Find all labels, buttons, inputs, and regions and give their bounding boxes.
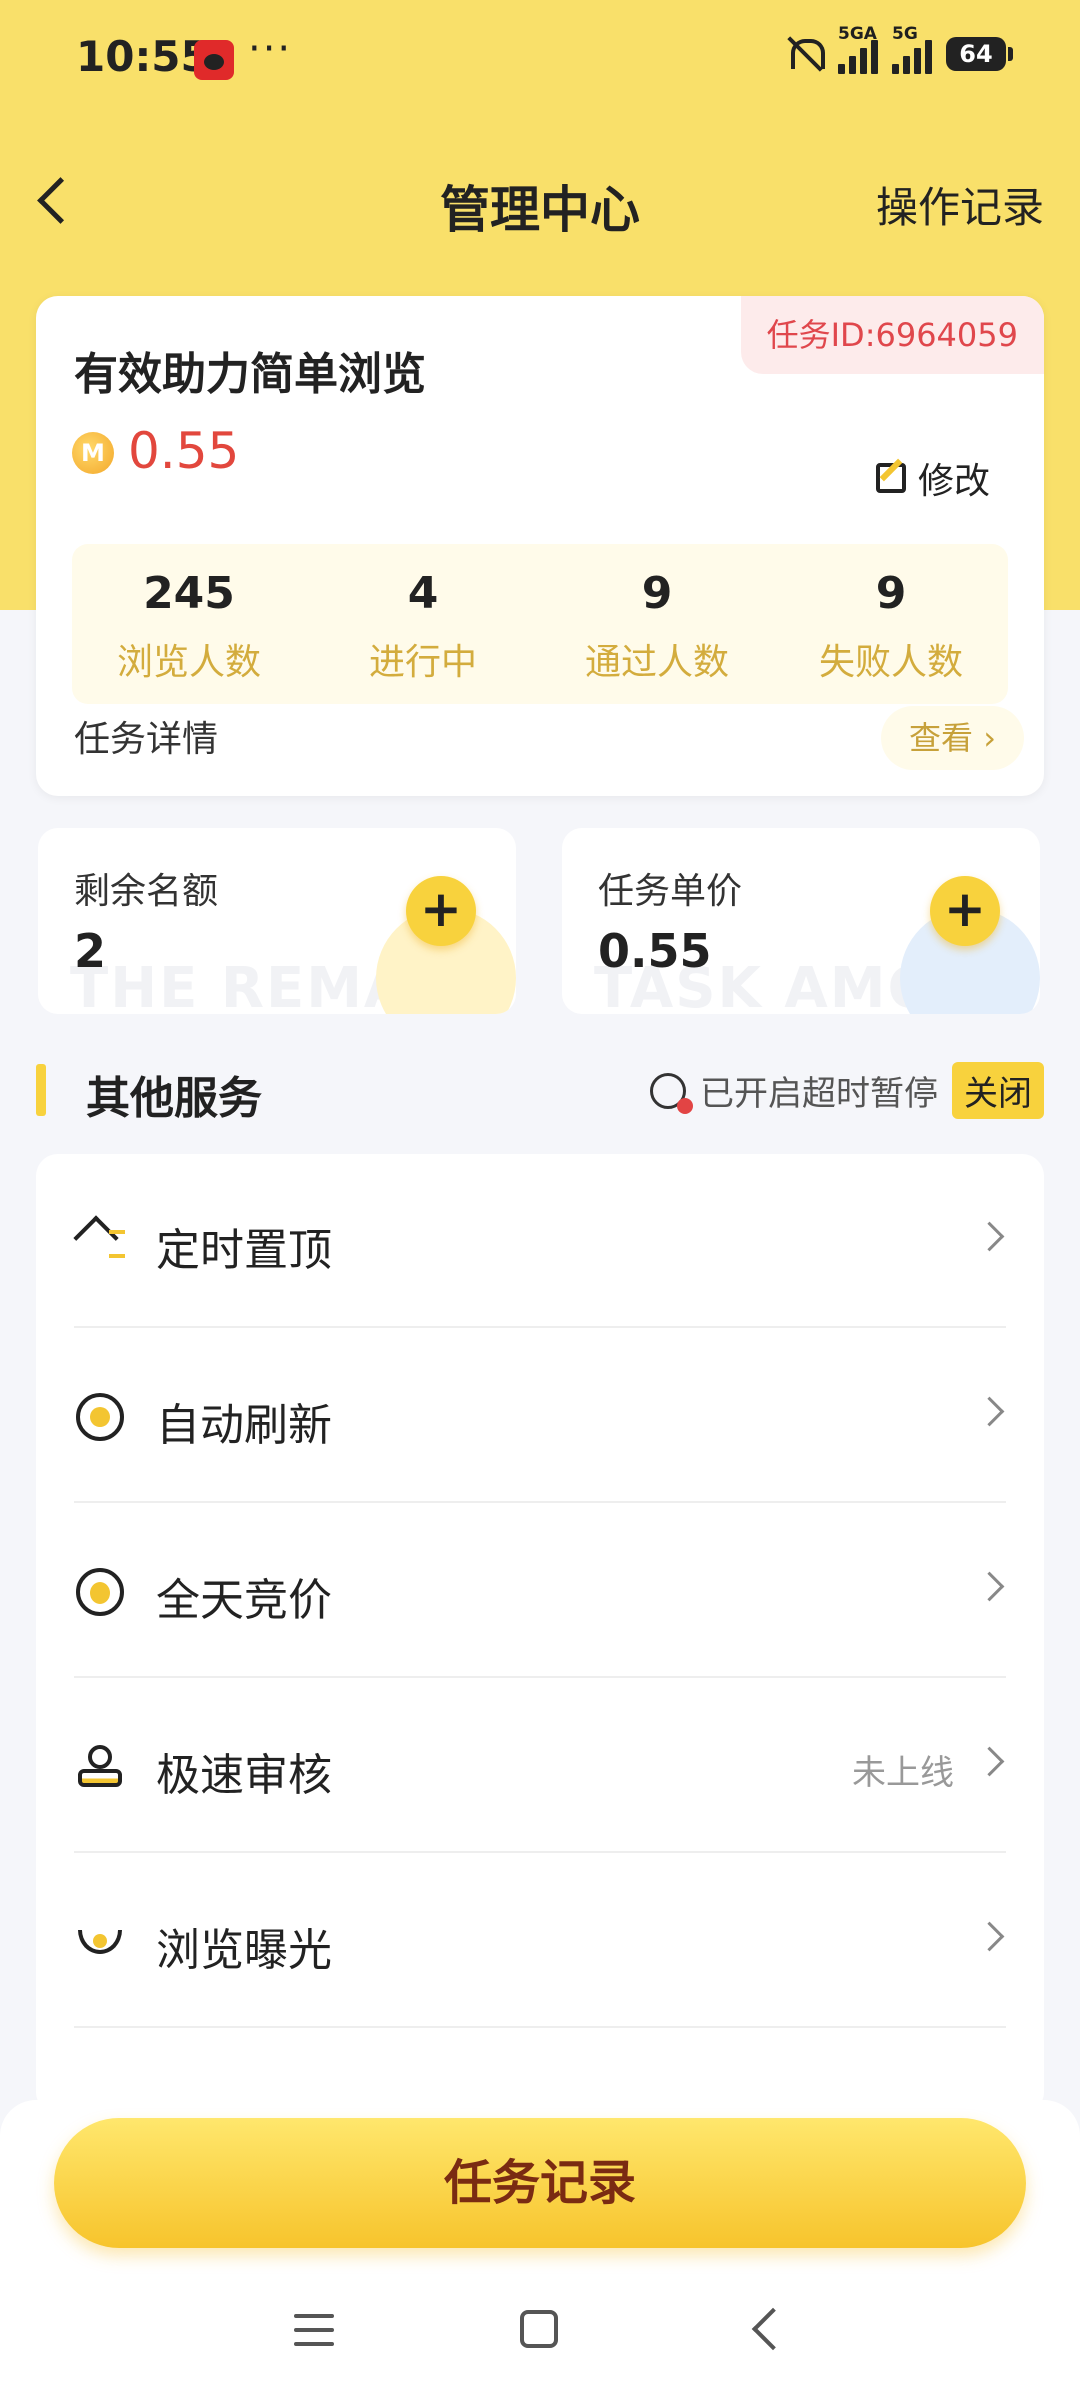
eye-icon: [76, 1918, 124, 1966]
service-item-fast-review[interactable]: 极速审核 未上线: [36, 1679, 1044, 1853]
battery-icon: 64: [946, 37, 1013, 71]
services-list: 定时置顶 自动刷新 全天竞价 极速审核 未上线 浏览曝光: [36, 1154, 1044, 2114]
chevron-right-icon: [974, 1396, 1005, 1427]
divider: [74, 2026, 1006, 2028]
recent-apps-icon[interactable]: [294, 2314, 334, 2348]
tmall-app-icon: [194, 40, 234, 80]
status-time: 10:55: [76, 32, 210, 81]
close-timeout-button[interactable]: 关闭: [952, 1062, 1044, 1119]
edit-button[interactable]: 修改: [875, 452, 990, 504]
service-item-auto-refresh[interactable]: 自动刷新: [36, 1329, 1044, 1503]
stat-failed: 9 失败人数: [818, 568, 963, 683]
app-header: 管理中心 操作记录: [0, 140, 1080, 260]
service-name: 定时置顶: [156, 1225, 332, 1276]
stamp-icon: [76, 1743, 124, 1791]
add-quota-button[interactable]: +: [406, 876, 476, 946]
service-name: 全天竞价: [156, 1575, 332, 1626]
flame-icon: [76, 1568, 124, 1616]
divider: [74, 1326, 1006, 1328]
remaining-quota-card: THE REMAIN 剩余名额 2 +: [38, 828, 516, 1014]
home-icon[interactable]: [520, 2310, 558, 2348]
service-name: 极速审核: [156, 1750, 332, 1801]
task-price: 0.55: [128, 422, 240, 480]
refresh-icon: [76, 1393, 124, 1441]
add-price-button[interactable]: +: [930, 876, 1000, 946]
stat-views: 245 浏览人数: [116, 568, 261, 683]
chevron-right-icon: [974, 1221, 1005, 1252]
chevron-right-icon: [974, 1571, 1005, 1602]
service-name: 浏览曝光: [156, 1925, 332, 1976]
section-accent-bar: [36, 1064, 46, 1116]
operation-log-link[interactable]: 操作记录: [876, 174, 1044, 235]
coin-icon: M: [72, 432, 114, 474]
edit-icon: [875, 463, 906, 493]
service-name: 自动刷新: [156, 1400, 332, 1451]
stat-in-progress: 4 进行中: [368, 568, 477, 683]
view-detail-button[interactable]: 查看 ›: [881, 706, 1024, 770]
remaining-quota-label: 剩余名额: [74, 871, 219, 912]
task-summary-card: 任务ID:6964059 有效助力简单浏览 M 0.55 修改 245 浏览人数…: [36, 296, 1044, 796]
divider: [74, 1676, 1006, 1678]
pin-top-icon: [76, 1218, 125, 1266]
section-title: 其他服务: [86, 1073, 262, 1124]
divider: [74, 1501, 1006, 1503]
service-item-scheduled-top[interactable]: 定时置顶: [36, 1154, 1044, 1328]
timeout-pause-status: 已开启超时暂停 关闭: [650, 1062, 1044, 1119]
task-detail-label: 任务详情: [74, 719, 219, 760]
status-bar: 10:55 ··· 5GA 5G 64: [0, 0, 1080, 120]
mute-icon: [784, 34, 825, 74]
service-item-all-day-bidding[interactable]: 全天竞价: [36, 1504, 1044, 1678]
service-status: 未上线: [852, 1753, 954, 1793]
chevron-right-icon: [974, 1746, 1005, 1777]
unit-price-value: 0.55: [598, 924, 712, 978]
chevron-right-icon: [974, 1921, 1005, 1952]
edit-label: 修改: [917, 461, 990, 502]
clock-alert-icon: [650, 1072, 693, 1114]
remaining-quota-value: 2: [74, 924, 107, 978]
status-icons: 5GA 5G 64: [784, 24, 1013, 74]
divider: [74, 1851, 1006, 1853]
task-title: 有效助力简单浏览: [74, 349, 426, 400]
signal-5g-icon: 5G: [892, 24, 932, 74]
stat-passed: 9 通过人数: [584, 568, 729, 683]
task-id-badge: 任务ID:6964059: [740, 296, 1044, 374]
system-nav-bar: [0, 2280, 1080, 2380]
unit-price-card: TASK AMOU 任务单价 0.55 +: [562, 828, 1040, 1014]
signal-5ga-icon: 5GA: [838, 24, 878, 74]
task-log-button[interactable]: 任务记录: [54, 2118, 1026, 2248]
timeout-text: 已开启超时暂停: [700, 1074, 938, 1114]
task-stats: 245 浏览人数 4 进行中 9 通过人数 9 失败人数: [72, 544, 1008, 704]
more-notifications-icon: ···: [248, 26, 293, 72]
back-nav-icon[interactable]: [751, 2307, 795, 2351]
service-item-browse-exposure[interactable]: 浏览曝光: [36, 1854, 1044, 2028]
unit-price-label: 任务单价: [598, 871, 743, 912]
